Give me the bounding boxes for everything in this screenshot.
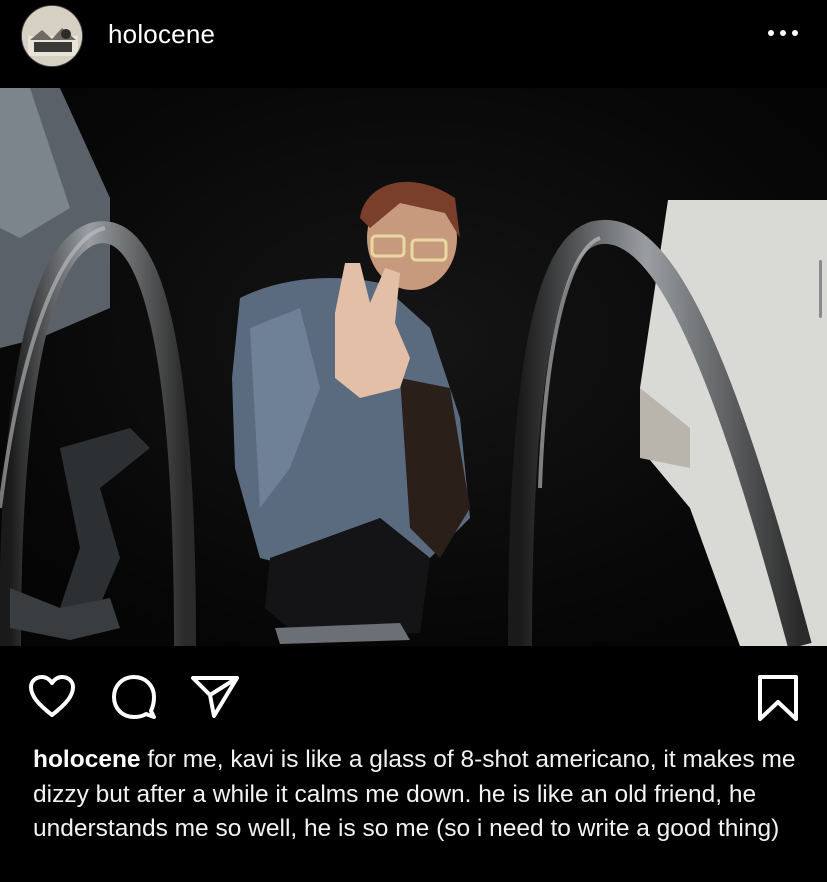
comment-icon[interactable]: [110, 673, 158, 719]
bookmark-icon[interactable]: [756, 674, 800, 722]
action-bar: [0, 646, 827, 736]
post-header: holocene: [0, 0, 827, 88]
caption-username[interactable]: holocene: [33, 746, 141, 773]
heart-icon[interactable]: [28, 674, 76, 718]
post-caption: holocene for me, kavi is like a glass of…: [33, 743, 803, 847]
share-icon[interactable]: [190, 675, 240, 719]
scroll-indicator[interactable]: [819, 260, 822, 318]
avatar-image: [22, 6, 82, 66]
post-username[interactable]: holocene: [108, 19, 215, 50]
post-photo[interactable]: [0, 88, 827, 646]
photo-image: [0, 88, 827, 646]
caption-text: for me, kavi is like a glass of 8-shot a…: [33, 746, 796, 842]
more-options-icon[interactable]: [766, 22, 800, 44]
avatar[interactable]: [21, 5, 83, 67]
